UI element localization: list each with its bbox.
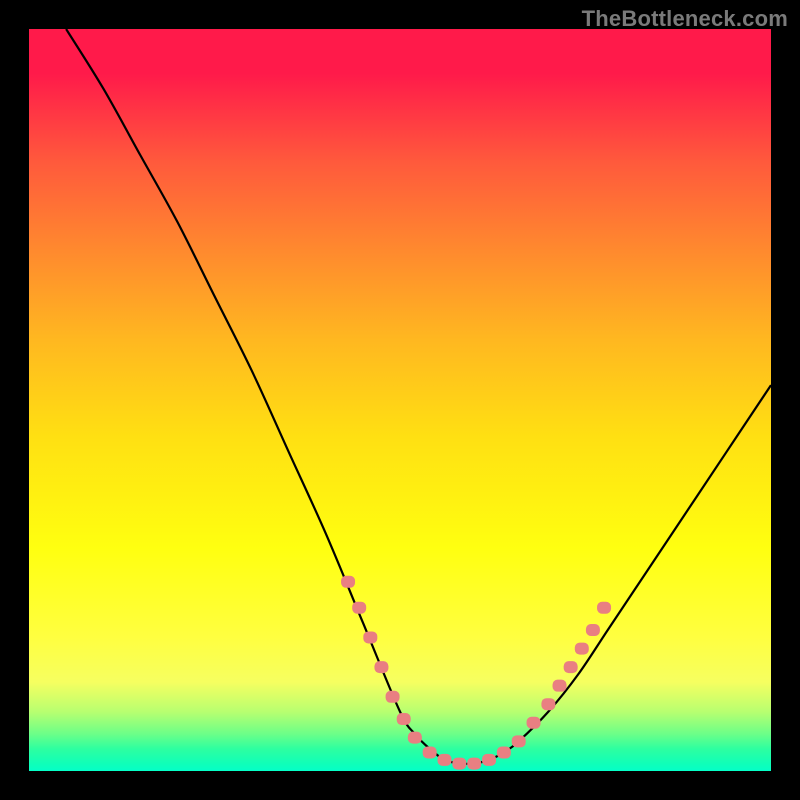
marker-point — [586, 624, 600, 636]
marker-point — [541, 698, 555, 710]
marker-point — [363, 631, 377, 643]
marker-point — [564, 661, 578, 673]
marker-point — [386, 691, 400, 703]
marker-point — [467, 758, 481, 770]
plot-area — [29, 29, 771, 771]
marker-point — [553, 680, 567, 692]
marker-point — [497, 746, 511, 758]
marker-point — [597, 602, 611, 614]
marker-point — [452, 758, 466, 770]
marker-point — [423, 746, 437, 758]
marker-point — [374, 661, 388, 673]
marker-point — [352, 602, 366, 614]
chart-frame: TheBottleneck.com — [0, 0, 800, 800]
marker-point — [512, 735, 526, 747]
chart-svg — [29, 29, 771, 771]
marker-point — [438, 754, 452, 766]
marker-point — [575, 643, 589, 655]
marker-point — [482, 754, 496, 766]
marker-point — [397, 713, 411, 725]
marker-point — [341, 576, 355, 588]
marker-point — [408, 732, 422, 744]
left-curve — [66, 29, 459, 764]
right-curve — [459, 385, 771, 764]
highlight-markers — [341, 576, 611, 770]
marker-point — [527, 717, 541, 729]
